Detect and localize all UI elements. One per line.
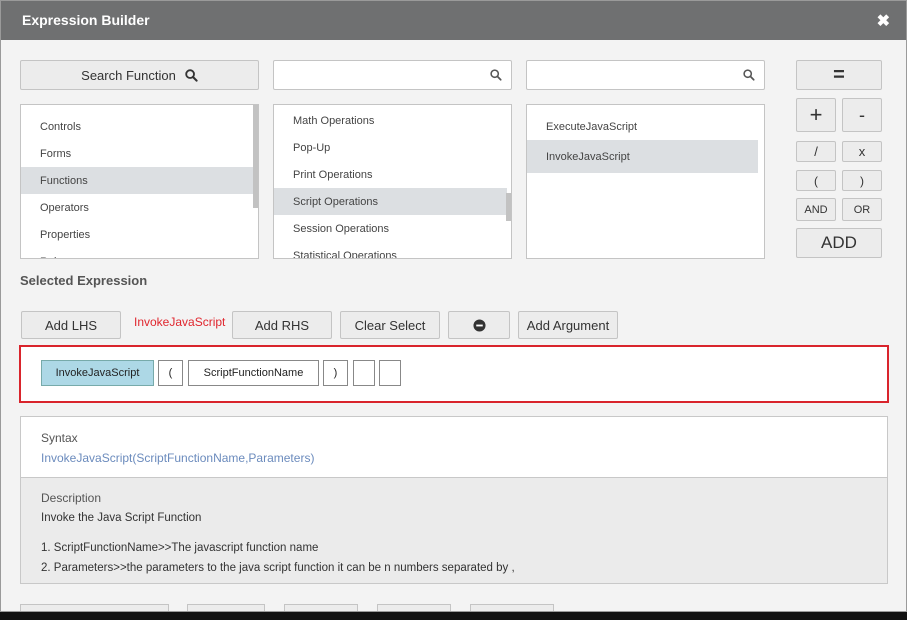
list-item-script-operations[interactable]: Script Operations [274, 188, 507, 215]
category-list[interactable]: Controls Forms Functions Operators Prope… [20, 104, 259, 259]
footer-button[interactable] [377, 604, 451, 611]
close-paren-button[interactable]: ) [842, 170, 882, 191]
list-item-statistical-operations[interactable]: Statistical Operations [274, 242, 507, 259]
list-item-invokejavascript[interactable]: InvokeJavaScript [527, 140, 758, 173]
add-button[interactable]: ADD [796, 228, 882, 258]
search-icon [185, 68, 198, 82]
search-function-button[interactable]: Search Function [20, 60, 259, 90]
expression-token-argument[interactable]: ScriptFunctionName [188, 360, 319, 386]
description-text: Invoke the Java Script Function [41, 512, 202, 524]
description-label: Description [41, 491, 102, 505]
list-item-operators[interactable]: Operators [21, 194, 254, 221]
remove-button[interactable] [448, 311, 510, 339]
dialog-body: Search Function Controls Forms Functions… [1, 40, 906, 611]
current-function-label: InvokeJavaScript [134, 315, 226, 329]
add-rhs-button[interactable]: Add RHS [232, 311, 332, 339]
list-item-popup[interactable]: Pop-Up [274, 134, 507, 161]
background-strip [0, 612, 907, 620]
and-button[interactable]: AND [796, 198, 836, 221]
footer-button[interactable] [470, 604, 554, 611]
expression-token-function[interactable]: InvokeJavaScript [41, 360, 154, 386]
param-description-1: 1. ScriptFunctionName>>The javascript fu… [41, 542, 319, 554]
minus-button[interactable]: - [842, 98, 882, 132]
expression-editor[interactable]: InvokeJavaScript ( ScriptFunctionName ) [19, 345, 889, 403]
footer-button[interactable] [20, 604, 169, 611]
list-item-math-operations[interactable]: Math Operations [274, 107, 507, 134]
expression-token-empty[interactable] [379, 360, 401, 386]
list-item-functions[interactable]: Functions [21, 167, 254, 194]
list-item-executejavascript[interactable]: ExecuteJavaScript [527, 113, 758, 140]
syntax-value: InvokeJavaScript(ScriptFunctionName,Para… [41, 451, 315, 465]
function-group-search-input[interactable] [273, 60, 512, 90]
list-item-properties[interactable]: Properties [21, 221, 254, 248]
dialog-titlebar: Expression Builder ✖ [1, 1, 906, 40]
close-icon[interactable]: ✖ [877, 11, 890, 31]
multiply-button[interactable]: x [842, 141, 882, 162]
open-paren-button[interactable]: ( [796, 170, 836, 191]
list-item-session-operations[interactable]: Session Operations [274, 215, 507, 242]
clear-select-button[interactable]: Clear Select [340, 311, 440, 339]
function-group-list[interactable]: Math Operations Pop-Up Print Operations … [273, 104, 512, 259]
list-item-forms[interactable]: Forms [21, 140, 254, 167]
expression-token-close-paren[interactable]: ) [323, 360, 348, 386]
expression-builder-dialog: Expression Builder ✖ Search Function Con… [0, 0, 907, 612]
divide-button[interactable]: / [796, 141, 836, 162]
function-search-input[interactable] [526, 60, 765, 90]
syntax-label: Syntax [41, 431, 78, 445]
search-icon [490, 69, 502, 81]
plus-button[interactable]: + [796, 98, 836, 132]
footer-button[interactable] [187, 604, 265, 611]
list-item-controls[interactable]: Controls [21, 113, 254, 140]
function-list[interactable]: ExecuteJavaScript InvokeJavaScript [526, 104, 765, 259]
minus-circle-icon [472, 318, 486, 332]
function-group-scrollbar[interactable] [506, 193, 511, 221]
expression-token-open-paren[interactable]: ( [158, 360, 183, 386]
search-icon [743, 69, 755, 81]
list-item-print-operations[interactable]: Print Operations [274, 161, 507, 188]
add-argument-button[interactable]: Add Argument [518, 311, 618, 339]
or-button[interactable]: OR [842, 198, 882, 221]
selected-expression-title: Selected Expression [20, 273, 148, 288]
list-item-rules[interactable]: Rules [21, 248, 254, 259]
category-scrollbar[interactable] [253, 105, 258, 208]
equals-button[interactable]: = [796, 60, 882, 90]
syntax-section: Syntax InvokeJavaScript(ScriptFunctionNa… [21, 417, 887, 478]
param-description-2: 2. Parameters>>the parameters to the jav… [41, 562, 515, 574]
search-function-label: Search Function [81, 67, 176, 83]
add-lhs-button[interactable]: Add LHS [21, 311, 121, 339]
dialog-title: Expression Builder [22, 12, 150, 28]
function-info-panel: Syntax InvokeJavaScript(ScriptFunctionNa… [20, 416, 888, 584]
expression-token-empty[interactable] [353, 360, 375, 386]
footer-button[interactable] [284, 604, 358, 611]
description-section: Description Invoke the Java Script Funct… [21, 478, 887, 583]
